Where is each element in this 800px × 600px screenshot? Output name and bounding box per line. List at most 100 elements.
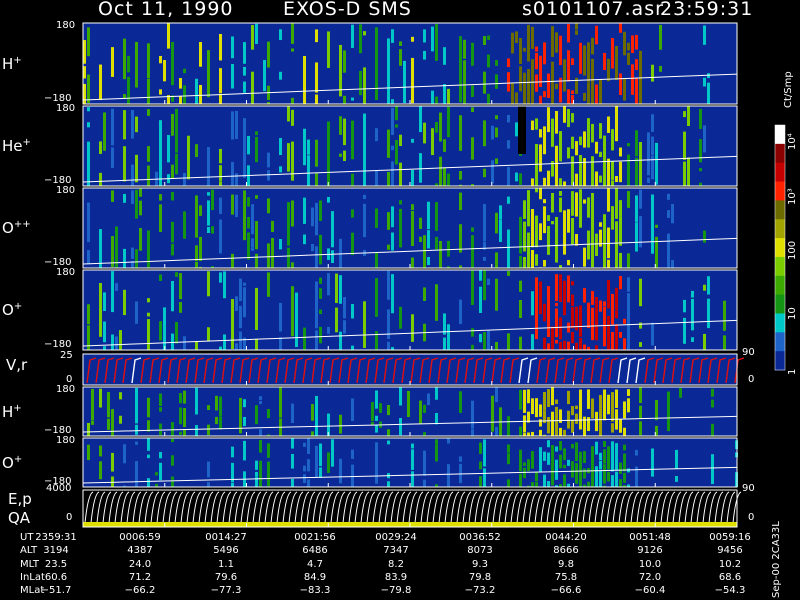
version-label: Sep-00 2CA33L xyxy=(771,521,782,598)
spectrogram-cell xyxy=(243,66,246,76)
spectrogram-cell xyxy=(691,337,694,342)
spectrogram-cell xyxy=(247,170,250,186)
spectrogram-cell xyxy=(555,162,558,186)
spectrogram-cell xyxy=(595,141,598,154)
spectrogram-cell xyxy=(279,324,282,332)
spectrogram-cell xyxy=(435,121,438,133)
spectrogram-cell xyxy=(495,115,498,120)
spectrogram-cell xyxy=(243,441,246,446)
spectrogram-cell xyxy=(363,445,366,458)
spectrogram-cell xyxy=(703,127,706,153)
spectrogram-cell xyxy=(651,114,654,132)
spectrogram-cell xyxy=(619,479,622,487)
spectrogram-cell xyxy=(327,326,330,334)
spectrogram-cell xyxy=(627,322,630,350)
spectrogram-cell xyxy=(459,41,462,51)
spectrogram-cell xyxy=(595,483,598,487)
spectrogram-cell xyxy=(567,275,570,303)
spectrogram-cell xyxy=(619,174,622,182)
spectrogram-cell xyxy=(207,57,210,66)
spectrogram-cell xyxy=(575,141,578,156)
spectrogram-cell xyxy=(599,394,602,409)
spectrogram-cell xyxy=(639,426,642,434)
spectrogram-cell xyxy=(255,23,258,44)
spectrogram-cell xyxy=(411,138,414,143)
spectrogram-cell xyxy=(375,208,378,225)
spectrogram-cell xyxy=(411,210,414,216)
spectrogram-cell xyxy=(623,427,626,436)
spectrogram-cell xyxy=(159,451,162,459)
spectrogram-cell xyxy=(267,272,270,292)
spectrogram-cell xyxy=(403,72,406,104)
footer-value: 79.6 xyxy=(214,571,238,583)
spectrogram-cell xyxy=(675,449,678,469)
footer-value: −54.3 xyxy=(714,585,746,597)
spectrogram-cell xyxy=(239,331,242,350)
spectrogram-cell xyxy=(635,77,638,102)
spectrogram-cell xyxy=(579,389,582,400)
spectrogram-cell xyxy=(547,73,550,99)
spectrogram-cell xyxy=(91,420,94,425)
spectrogram-cell xyxy=(291,48,294,52)
spectrogram-cell xyxy=(435,292,438,321)
spectrogram-cell xyxy=(563,448,566,461)
spectrogram-cell xyxy=(623,444,626,451)
spectrogram-cell xyxy=(607,394,610,401)
spectrogram-cell xyxy=(579,399,582,405)
spectrogram-cell xyxy=(507,140,510,149)
spectrogram-cell xyxy=(271,263,274,268)
spectrogram-cell xyxy=(103,346,106,350)
spectrogram-cell xyxy=(131,190,134,204)
spectrogram-cell xyxy=(87,444,90,457)
data-gap xyxy=(518,106,526,154)
spectrogram-cell xyxy=(615,287,618,310)
spectrogram-cell xyxy=(147,109,150,116)
spectrogram-cell xyxy=(483,36,486,45)
spectrogram-cell xyxy=(531,120,534,131)
spectrogram-cell xyxy=(599,473,602,487)
spectrogram-cell xyxy=(375,331,378,350)
spectrogram-cell xyxy=(587,118,590,142)
spectrogram-cell xyxy=(343,50,346,73)
spectrogram-cell xyxy=(507,430,510,436)
spectrogram-cell xyxy=(411,215,414,247)
footer-value: 0021:56 xyxy=(294,532,336,543)
spectrogram-cell xyxy=(303,474,306,484)
spectrogram-cell xyxy=(219,396,222,417)
spectrogram-cell xyxy=(639,189,642,209)
spectrogram-cell xyxy=(471,273,474,298)
panel-bg xyxy=(83,23,737,104)
spectrogram-cell xyxy=(351,400,354,414)
spectrogram-cell xyxy=(391,274,394,294)
spectrogram-cell xyxy=(511,32,514,54)
footer-value: 9456 xyxy=(717,545,743,557)
spectrogram-cell xyxy=(555,111,558,134)
spectrogram-cell xyxy=(295,292,298,322)
spectrogram-cell xyxy=(179,431,182,435)
spectrogram-plot xyxy=(82,22,786,528)
spectrogram-cell xyxy=(279,451,282,458)
footer-value: 10.2 xyxy=(718,558,742,570)
colorbar-unit: Ct/Smp xyxy=(783,71,794,108)
spectrogram-cell xyxy=(479,270,482,281)
spectrogram-cell xyxy=(411,36,414,42)
spectrogram-cell xyxy=(527,432,530,436)
spectrogram-cell xyxy=(291,30,294,41)
spectrogram-cell xyxy=(343,320,346,334)
spectrogram-cell xyxy=(583,247,586,267)
spectrogram-cell xyxy=(183,172,186,186)
spectrogram-cell xyxy=(147,397,150,418)
spectrogram-cell xyxy=(707,298,710,329)
spectrogram-cell xyxy=(411,418,414,436)
spectrogram-cell xyxy=(651,424,654,436)
spectrogram-cell xyxy=(399,315,402,329)
spectrogram-cell xyxy=(527,459,530,472)
spectrogram-cell xyxy=(171,192,174,201)
spectrogram-cell xyxy=(571,58,574,65)
spectrogram-cell xyxy=(555,308,558,328)
spectrogram-cell xyxy=(419,401,422,405)
spectrogram-cell xyxy=(559,346,562,350)
spectrogram-cell xyxy=(519,66,522,92)
spectrogram-cell xyxy=(235,181,238,186)
spectrogram-cell xyxy=(279,138,282,155)
